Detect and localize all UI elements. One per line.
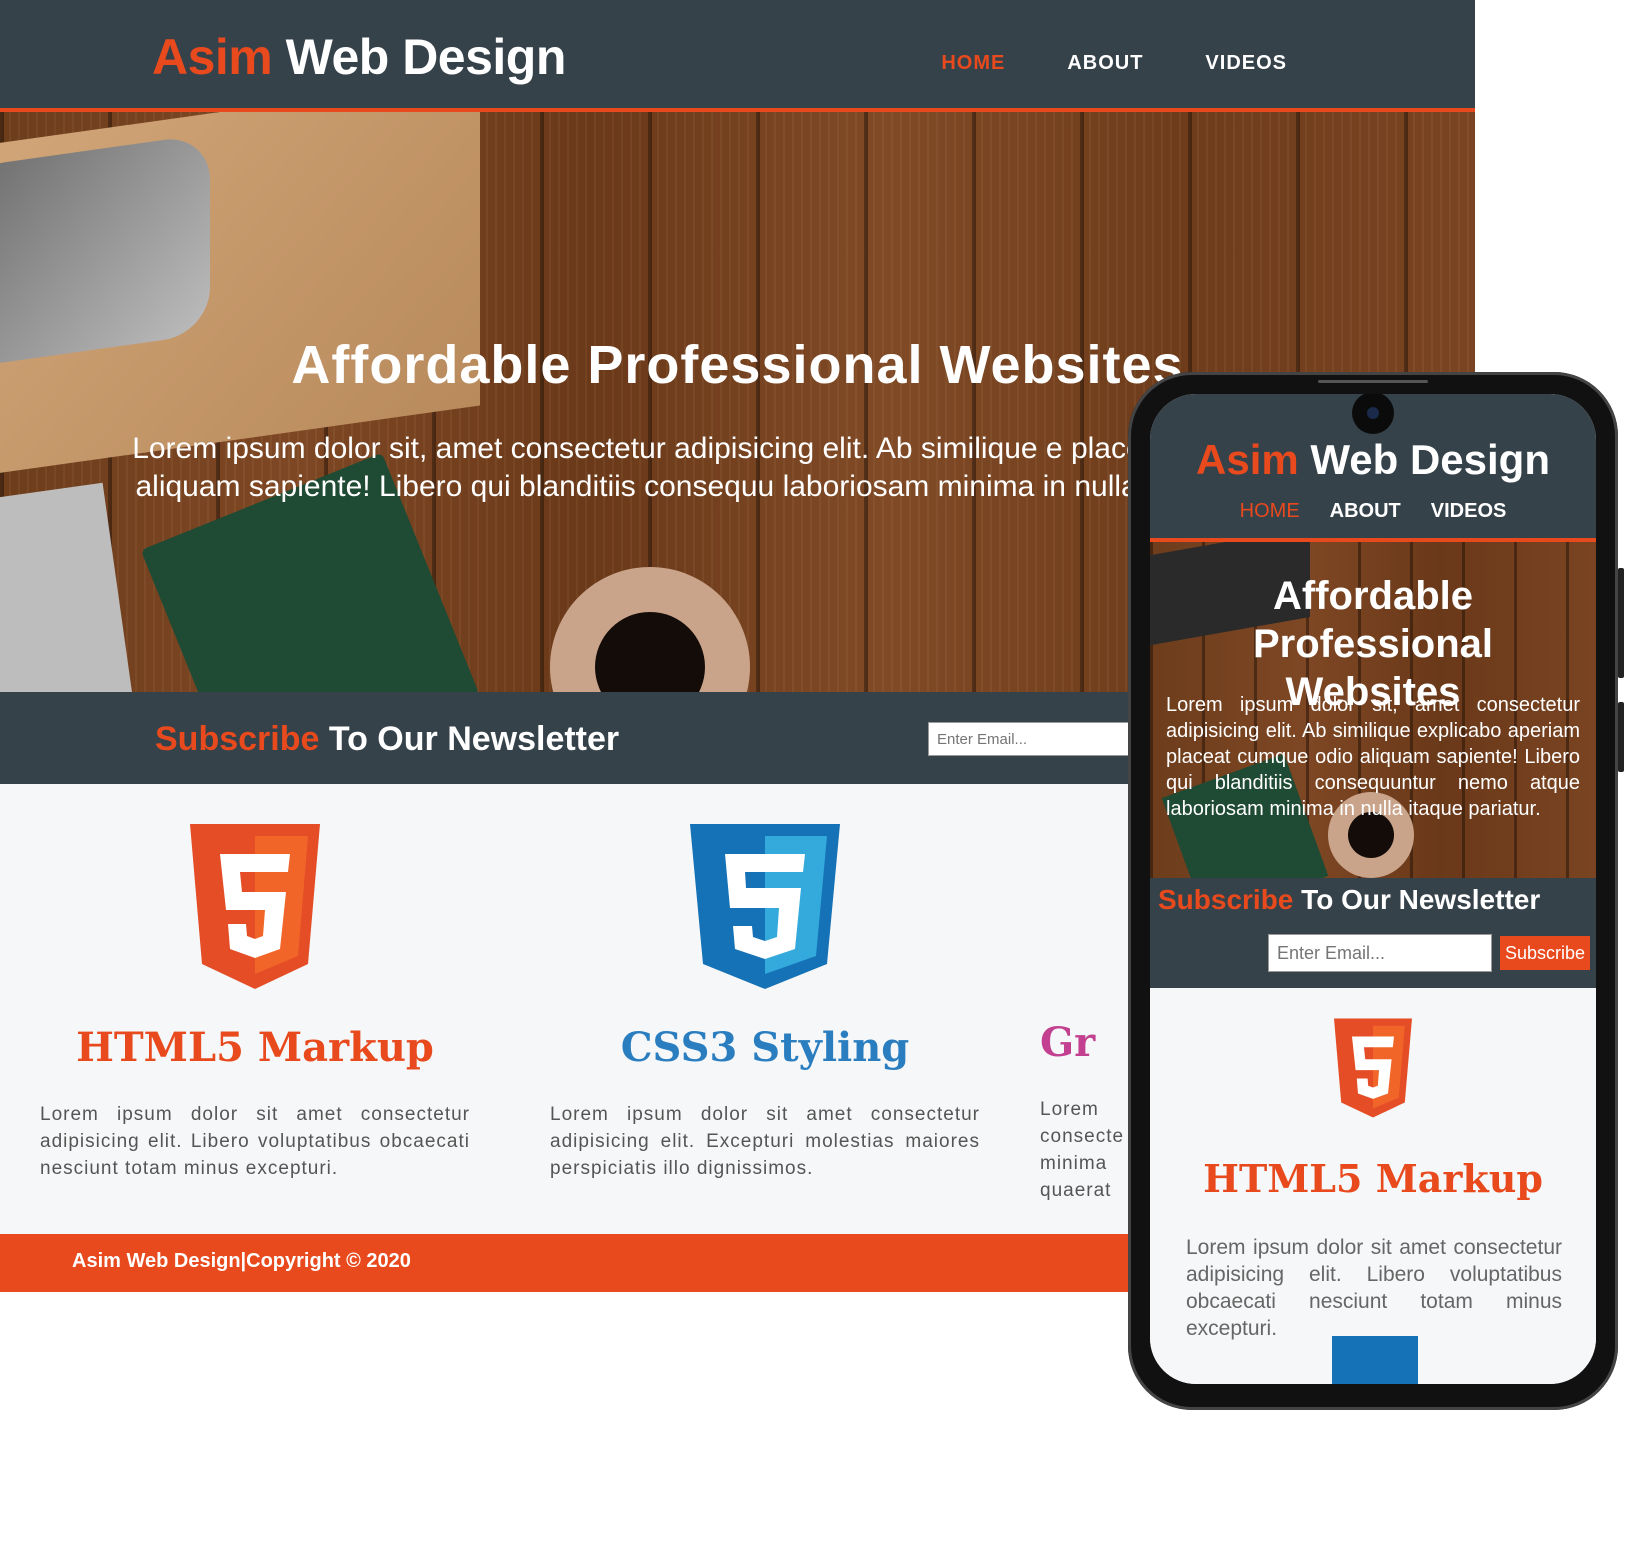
mobile-feature-box-html5: HTML5 Markup Lorem ipsum dolor sit amet … [1150, 988, 1596, 1384]
css3-logo-icon [690, 824, 840, 989]
mobile-newsletter-heading: Subscribe To Our Newsletter [1158, 884, 1541, 915]
desktop-nav: HOME ABOUT VIDEOS [941, 52, 1287, 75]
mobile-email-input[interactable] [1268, 934, 1492, 972]
speaker-grille [1318, 380, 1428, 383]
coffee-cup-image [550, 567, 750, 692]
mobile-site-logo[interactable]: Asim Web Design [1150, 436, 1596, 484]
brand-rest: Web Design [272, 29, 567, 85]
laptop-image [0, 112, 480, 479]
feature-box-html5: HTML5 Markup Lorem ipsum dolor sit amet … [40, 824, 470, 1182]
feature-title: CSS3 Styling [620, 1024, 910, 1071]
mobile-feature-title: HTML5 Markup [1203, 1156, 1543, 1201]
mobile-html5-logo-icon [1334, 1018, 1412, 1118]
mobile-nav-about[interactable]: ABOUT [1330, 500, 1401, 523]
feature-text: Lorem ipsum dolor sit amet consectetur a… [40, 1104, 470, 1179]
css3-logo-peek-icon [1332, 1336, 1418, 1384]
brand-highlight: Asim [152, 29, 273, 85]
feature-title: HTML5 Markup [76, 1024, 434, 1071]
power-button [1618, 702, 1624, 772]
feature-text: Lorem ipsum dolor sit amet consectetur a… [550, 1104, 980, 1179]
html5-logo-icon [190, 824, 320, 989]
mobile-feature-text: Lorem ipsum dolor sit amet consectetur a… [1186, 1236, 1562, 1340]
site-logo[interactable]: Asim Web Design [152, 28, 566, 86]
nav-about[interactable]: ABOUT [1067, 52, 1143, 75]
nav-videos[interactable]: VIDEOS [1205, 52, 1287, 75]
mobile-hero-banner: Affordable Professional Websites Lorem i… [1150, 542, 1596, 878]
phone-screen: Asim Web Design HOME ABOUT VIDEOS Afford… [1150, 394, 1596, 1384]
subscribe-button[interactable]: Subscribe [1500, 936, 1590, 970]
volume-button [1618, 568, 1624, 678]
nav-home[interactable]: HOME [941, 52, 1005, 75]
feature-text: Lorem consecte minima quaerat [1040, 1099, 1125, 1201]
newsletter-heading: Subscribe To Our Newsletter [155, 720, 620, 758]
mobile-hero-text: Lorem ipsum dolor sit, amet consectetur … [1166, 694, 1580, 820]
mobile-nav-home[interactable]: HOME [1240, 500, 1300, 523]
phone-mockup: Asim Web Design HOME ABOUT VIDEOS Afford… [1128, 372, 1624, 1410]
feature-box-css3: CSS3 Styling Lorem ipsum dolor sit amet … [550, 824, 980, 1182]
mobile-newsletter-bar: Subscribe To Our Newsletter Subscribe [1150, 878, 1596, 988]
desktop-header: Asim Web Design HOME ABOUT VIDEOS [0, 0, 1475, 112]
footer-copyright: Asim Web Design|Copyright © 2020 [72, 1250, 411, 1272]
mobile-nav: HOME ABOUT VIDEOS [1150, 500, 1596, 523]
mobile-nav-videos[interactable]: VIDEOS [1431, 500, 1507, 523]
notepad-image [0, 482, 136, 692]
camera-icon [1356, 396, 1390, 430]
